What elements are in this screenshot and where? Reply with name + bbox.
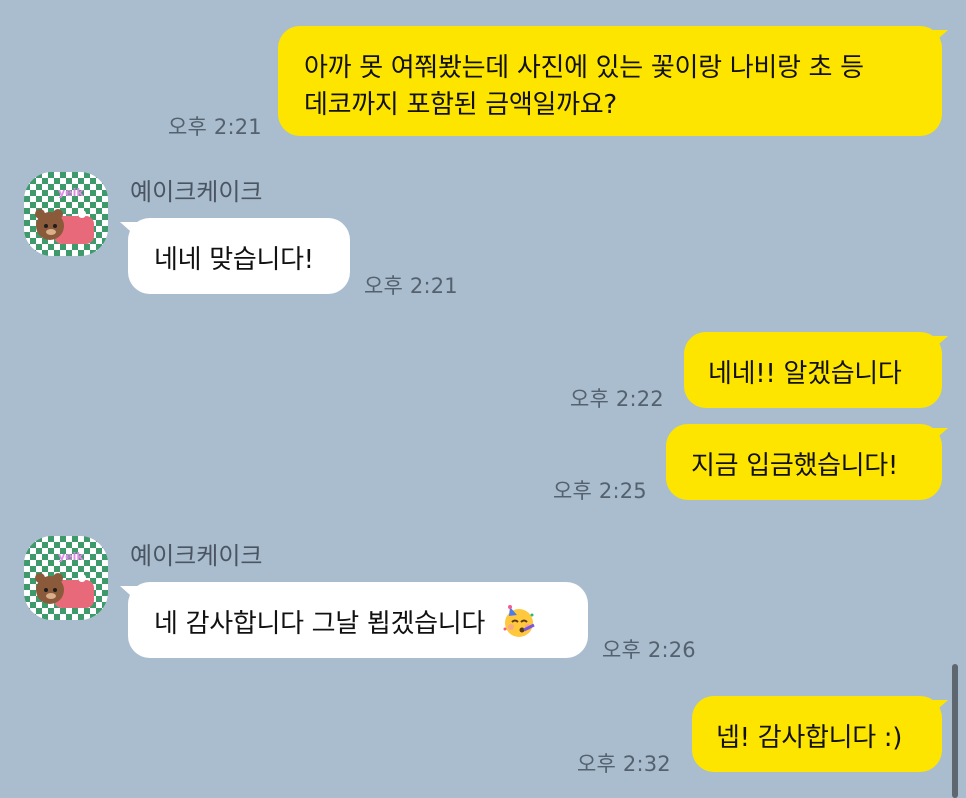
- avatar[interactable]: yeik: [24, 536, 108, 620]
- svg-text:yeik: yeik: [58, 550, 84, 563]
- my-message-bubble[interactable]: 아까 못 여쭤봤는데 사진에 있는 꽃이랑 나비랑 초 등 데코까지 포함된 금…: [278, 26, 942, 136]
- bubble-tail: [930, 30, 948, 46]
- message-time: 오후 2:21: [168, 115, 262, 139]
- partying-face-icon: [501, 603, 537, 646]
- message-time: 오후 2:21: [364, 274, 458, 298]
- sender-name: 예이크케이크: [130, 542, 263, 570]
- my-message-bubble[interactable]: 넵! 감사합니다 :): [692, 696, 942, 772]
- scrollbar[interactable]: [952, 664, 958, 798]
- bear-cake-avatar-icon: yeik: [24, 536, 108, 620]
- avatar[interactable]: yeik: [24, 172, 108, 256]
- bear-cake-avatar-icon: yeik: [24, 172, 108, 256]
- bubble-tail: [930, 336, 948, 352]
- message-time: 오후 2:32: [577, 752, 671, 776]
- svg-text:yeik: yeik: [58, 186, 84, 199]
- their-message-bubble[interactable]: 네네 맞습니다!: [128, 218, 350, 294]
- message-text-line: 아까 못 여쭤봤는데 사진에 있는 꽃이랑 나비랑 초 등: [304, 53, 864, 83]
- message-text-line: 데코까지 포함된 금액일까요?: [304, 90, 617, 120]
- bubble-tail: [930, 700, 948, 716]
- their-message-bubble[interactable]: 네 감사합니다 그날 뵙겠습니다: [128, 582, 588, 658]
- message-time: 오후 2:22: [570, 387, 664, 411]
- message-text: 네네 맞습니다!: [154, 245, 314, 275]
- my-message-bubble[interactable]: 지금 입금했습니다!: [666, 424, 942, 500]
- message-text: 지금 입금했습니다!: [691, 451, 899, 481]
- message-text: 넵! 감사합니다 :): [716, 723, 903, 753]
- message-time: 오후 2:26: [602, 638, 696, 662]
- message-text: 네네!! 알겠습니다: [708, 359, 902, 389]
- message-time: 오후 2:25: [553, 479, 647, 503]
- message-text: 네 감사합니다 그날 뵙겠습니다: [154, 609, 485, 639]
- my-message-bubble[interactable]: 네네!! 알겠습니다: [684, 332, 942, 408]
- bubble-tail: [930, 428, 948, 444]
- sender-name: 예이크케이크: [130, 178, 263, 206]
